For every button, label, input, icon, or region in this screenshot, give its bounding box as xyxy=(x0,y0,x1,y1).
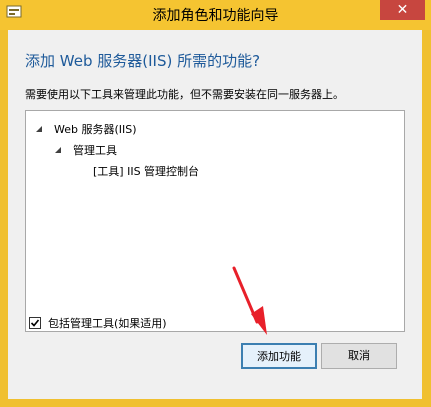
dialog-heading: 添加 Web 服务器(IIS) 所需的功能? xyxy=(25,52,261,70)
checkmark-icon xyxy=(30,319,40,327)
expanded-triangle-icon[interactable] xyxy=(53,145,63,155)
feature-tree: Web 服务器(IIS) 管理工具 [工具] IIS 管理控制台 xyxy=(25,110,405,332)
cancel-button[interactable]: 取消 xyxy=(321,343,397,369)
dialog-body: 添加 Web 服务器(IIS) 所需的功能? 需要使用以下工具来管理此功能，但不… xyxy=(8,30,422,399)
tree-item-web-server[interactable]: Web 服务器(IIS) xyxy=(34,121,137,137)
tree-item-label: Web 服务器(IIS) xyxy=(54,123,137,136)
dialog-description: 需要使用以下工具来管理此功能，但不需要安装在同一服务器上。 xyxy=(25,88,344,101)
wizard-window: 添加角色和功能向导 ✕ 添加 Web 服务器(IIS) 所需的功能? 需要使用以… xyxy=(0,0,431,407)
window-title: 添加角色和功能向导 xyxy=(152,8,279,24)
include-tools-label: 包括管理工具(如果适用) xyxy=(48,317,167,330)
title-bar: 添加角色和功能向导 ✕ xyxy=(0,0,431,30)
include-tools-option[interactable]: 包括管理工具(如果适用) xyxy=(29,315,167,331)
tree-item-iis-console[interactable]: [工具] IIS 管理控制台 xyxy=(93,163,199,179)
tree-item-label: [工具] IIS 管理控制台 xyxy=(93,165,200,178)
close-button[interactable]: ✕ xyxy=(380,0,425,20)
tree-item-label: 管理工具 xyxy=(73,144,117,157)
expanded-triangle-icon[interactable] xyxy=(34,124,44,134)
tree-item-management-tools[interactable]: 管理工具 xyxy=(53,142,117,158)
include-tools-checkbox[interactable] xyxy=(29,317,41,329)
add-features-button[interactable]: 添加功能 xyxy=(241,343,317,369)
